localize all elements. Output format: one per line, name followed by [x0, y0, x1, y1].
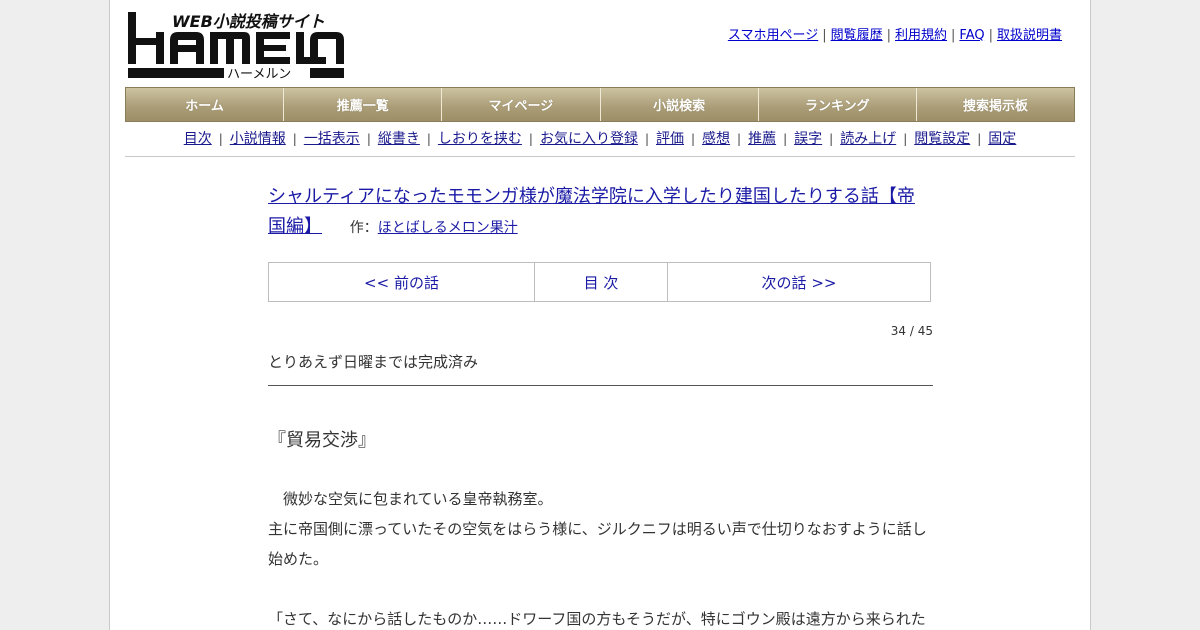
subnav-typo[interactable]: 誤字 — [794, 131, 822, 147]
episode-pager: << 前の話 目 次 次の話 >> — [268, 262, 931, 302]
separator: | — [528, 132, 533, 146]
nav-item-ranking[interactable]: ランキング — [758, 88, 917, 121]
novel-title-block: シャルティアになったモモンガ様が魔法学院に入学したり建国したりする話【帝国編】 … — [268, 182, 928, 243]
separator: | — [829, 132, 834, 146]
body-paragraph: 主に帝国側に漂っていたその空気をはらう様に、ジルクニフは明るい声で仕切りなおすよ… — [268, 520, 927, 568]
subnav-pin[interactable]: 固定 — [988, 131, 1016, 147]
toc-link[interactable]: 目 次 — [535, 263, 668, 301]
nav-item-recommendations[interactable]: 推薦一覧 — [284, 88, 443, 121]
header-link-terms[interactable]: 利用規約 — [895, 28, 947, 43]
separator: | — [822, 28, 827, 43]
nav-item-home[interactable]: ホーム — [126, 88, 285, 121]
prev-episode-link[interactable]: << 前の話 — [269, 263, 535, 301]
separator: | — [426, 132, 431, 146]
nav-item-mypage[interactable]: マイページ — [442, 88, 601, 121]
hameln-logo-graphic: WEB小説投稿サイト ハーメルン — [128, 12, 344, 80]
author-link[interactable]: ほとばしるメロン果汁 — [378, 220, 518, 236]
hameln-logo[interactable]: WEB小説投稿サイト ハーメルン — [126, 10, 346, 80]
episode-preface: とりあえず日曜までは完成済み — [268, 350, 933, 386]
header-link-faq[interactable]: FAQ — [959, 28, 984, 43]
subnav-rating[interactable]: 評価 — [656, 131, 684, 147]
logo-tagline: WEB小説投稿サイト — [172, 12, 325, 31]
separator: | — [691, 132, 696, 146]
subnav-favorite[interactable]: お気に入り登録 — [540, 131, 638, 147]
separator: | — [292, 132, 297, 146]
header-link-manual[interactable]: 取扱説明書 — [997, 28, 1062, 43]
subnav-bookmark[interactable]: しおりを挟む — [438, 131, 522, 147]
separator: | — [951, 28, 956, 43]
author-label: 作： — [349, 220, 378, 236]
nav-item-search-board[interactable]: 捜索掲示板 — [916, 88, 1075, 121]
separator: | — [737, 132, 742, 146]
nav-item-novel-search[interactable]: 小説検索 — [600, 88, 759, 121]
subnav-recommend[interactable]: 推薦 — [748, 131, 776, 147]
separator: | — [977, 132, 982, 146]
body-paragraph-blank — [268, 574, 933, 604]
body-paragraph: 「さて、なにから話したものか……ドワーフ国の方もそうだが、特にゴウン殿は遠方から… — [268, 610, 926, 628]
novel-sub-nav: 目次 | 小説情報 | 一括表示 | 縦書き | しおりを挟む | お気に入り登録 | 評価 | 感想 | 推薦… — [125, 124, 1075, 157]
subnav-vertical[interactable]: 縦書き — [378, 131, 420, 147]
subnav-read-aloud[interactable]: 読み上げ — [840, 131, 896, 147]
header-link-smartphone[interactable]: スマホ用ページ — [728, 28, 818, 43]
header-links: スマホ用ページ | 閲覧履歴 | 利用規約 | FAQ | 取扱説明書 — [728, 24, 1062, 43]
separator: | — [988, 28, 993, 43]
subnav-show-all[interactable]: 一括表示 — [304, 131, 360, 147]
header-link-history[interactable]: 閲覧履歴 — [831, 28, 883, 43]
separator: | — [886, 28, 891, 43]
separator: | — [783, 132, 788, 146]
episode-body: 微妙な空気に包まれている皇帝執務室。 主に帝国側に漂っていたその空気をはらう様に… — [268, 484, 933, 630]
separator: | — [218, 132, 223, 146]
main-nav: ホーム 推薦一覧 マイページ 小説検索 ランキング 捜索掲示板 — [125, 87, 1075, 122]
next-episode-link[interactable]: 次の話 >> — [668, 263, 930, 301]
chapter-title: 『貿易交渉』 — [268, 430, 376, 451]
separator: | — [644, 132, 649, 146]
body-paragraph: 微妙な空気に包まれている皇帝執務室。 — [268, 490, 553, 508]
separator: | — [903, 132, 908, 146]
subnav-toc[interactable]: 目次 — [184, 131, 212, 147]
subnav-reviews[interactable]: 感想 — [702, 131, 730, 147]
page-container: WEB小説投稿サイト ハーメルン スマホ用ページ | 閲覧履歴 | 利用規約 |… — [109, 0, 1091, 630]
subnav-view-settings[interactable]: 閲覧設定 — [914, 131, 970, 147]
episode-counter: 34 / 45 — [890, 324, 933, 338]
separator: | — [366, 132, 371, 146]
subnav-novel-info[interactable]: 小説情報 — [230, 131, 286, 147]
logo-reading: ハーメルン — [227, 67, 291, 80]
